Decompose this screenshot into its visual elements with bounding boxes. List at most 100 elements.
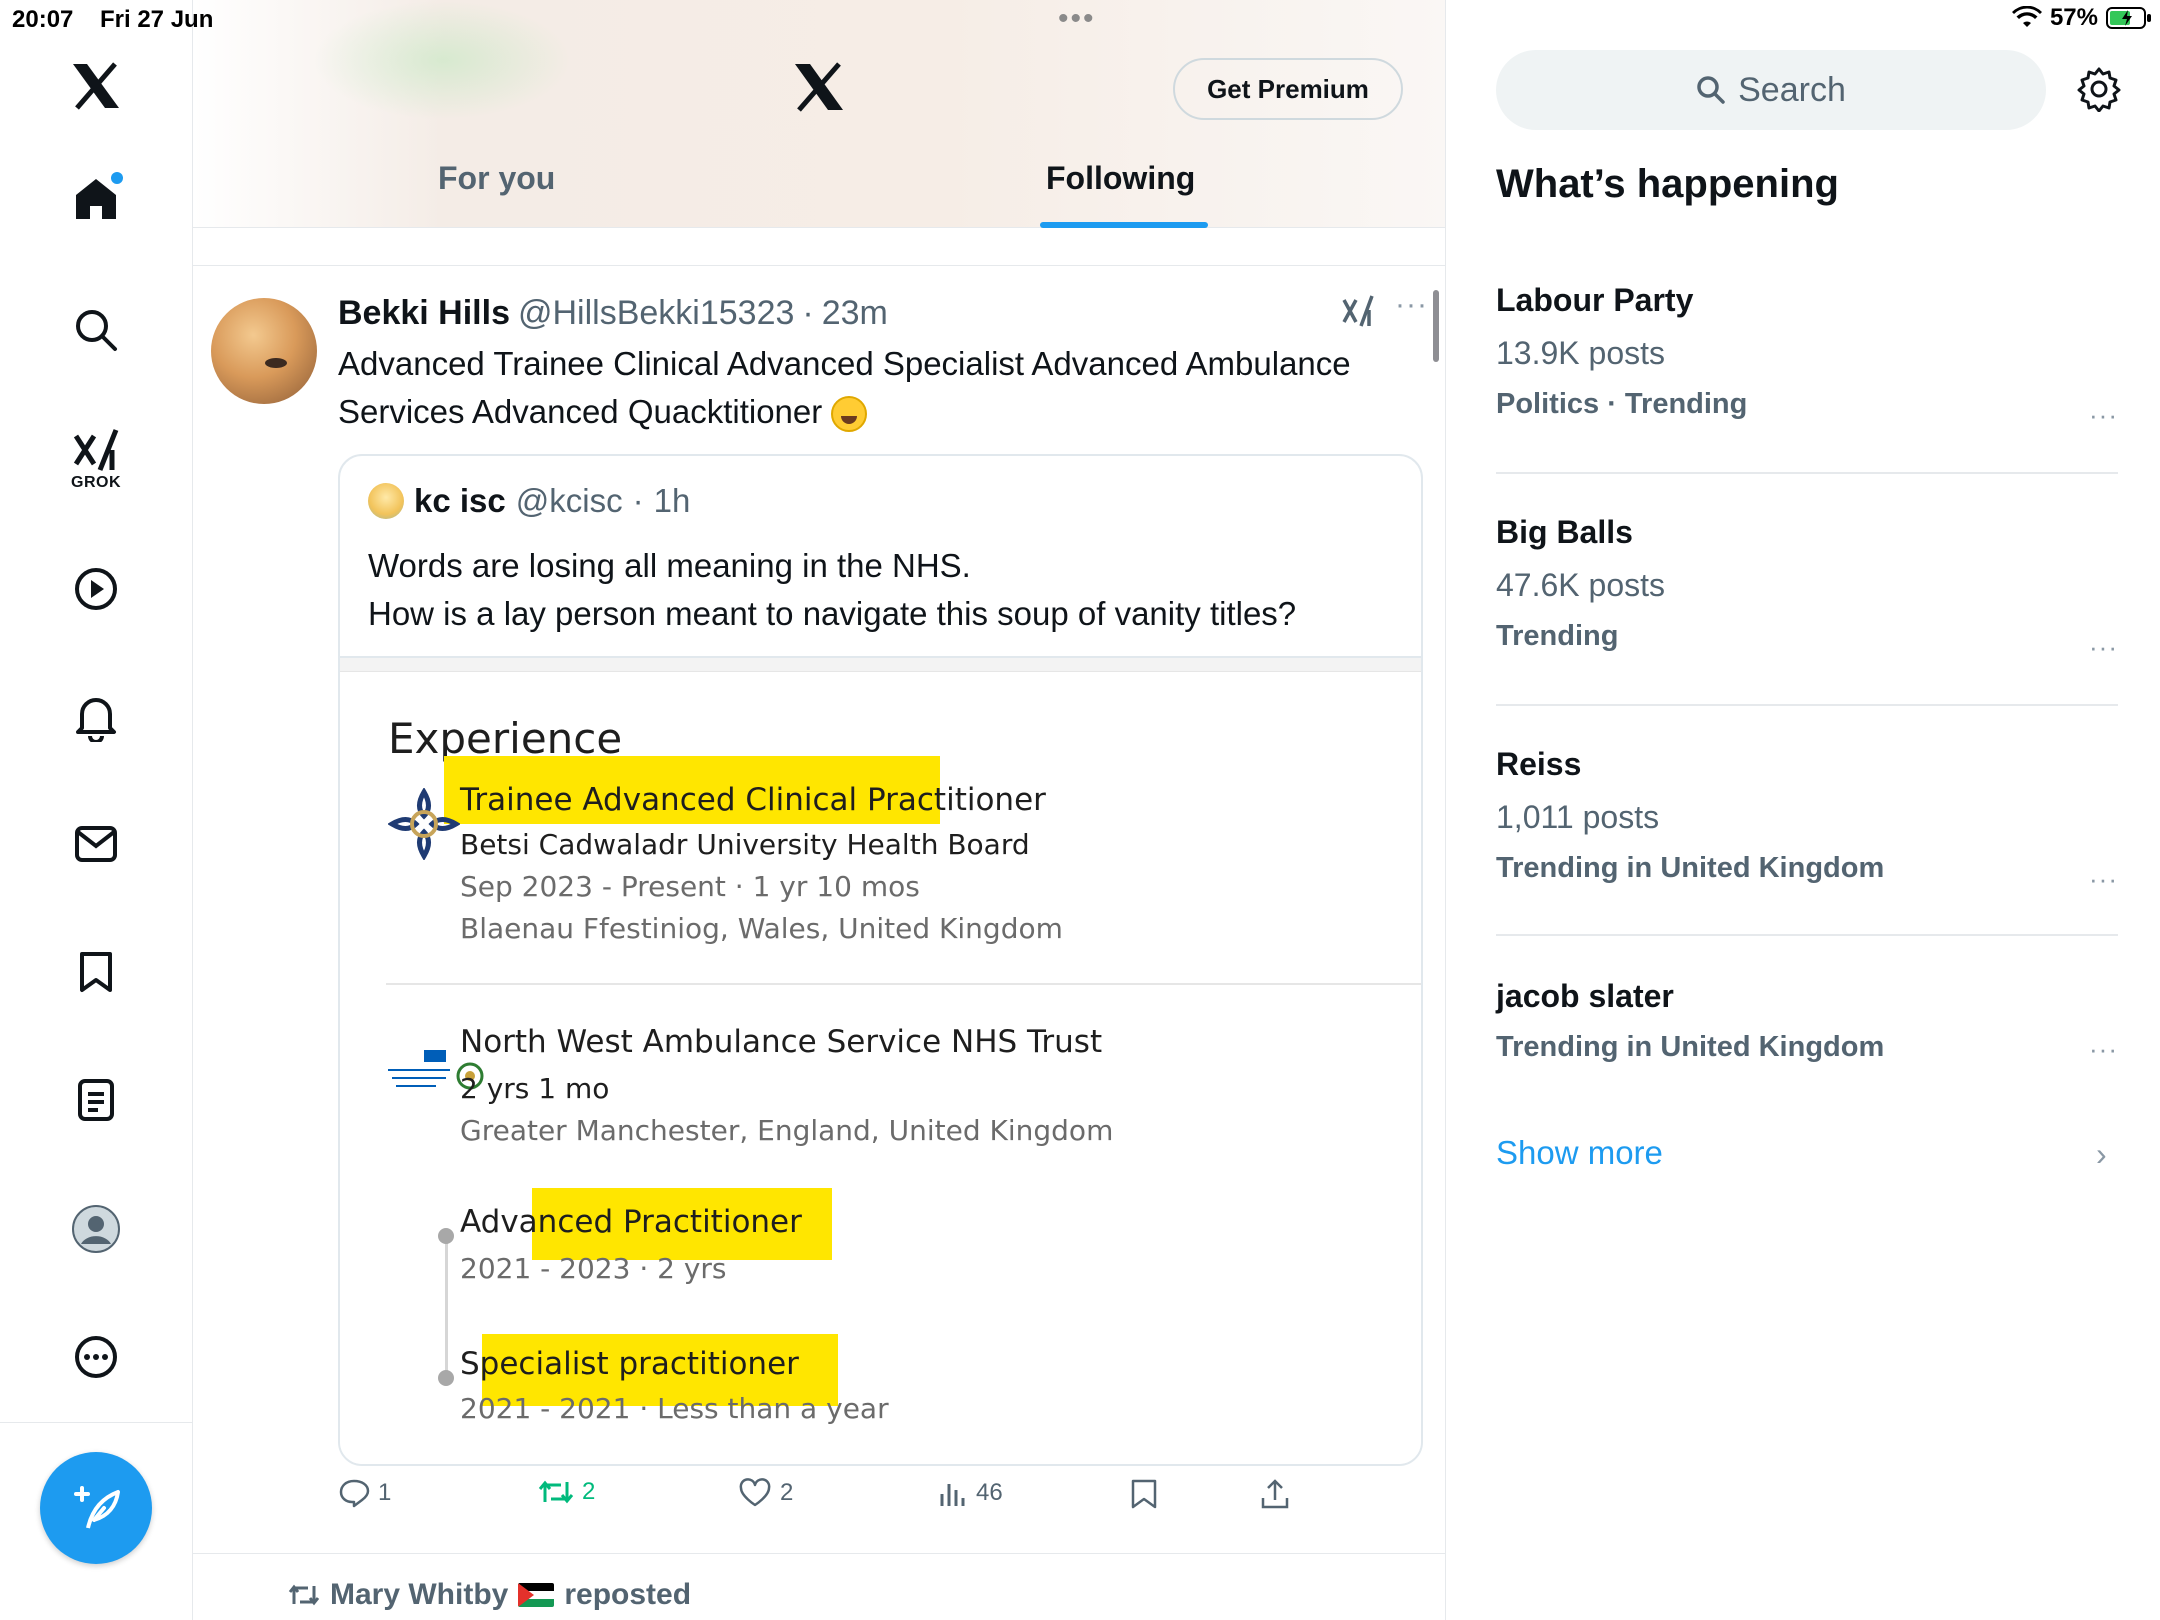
nav-divider <box>0 1422 193 1423</box>
trend-more-icon[interactable]: ··· <box>2089 632 2118 663</box>
home-icon[interactable] <box>73 172 123 222</box>
quoted-tweet[interactable]: kc isc @kcisc · 1h Words are losing all … <box>338 454 1423 1466</box>
tweet-header: Bekki Hills @HillsBekki15323 · 23m <box>338 294 888 333</box>
trend-more-icon[interactable]: ··· <box>2089 400 2118 431</box>
like-button[interactable]: 2 <box>738 1478 793 1508</box>
header-x-logo-icon[interactable] <box>793 62 845 117</box>
grok-label: GROK <box>71 474 121 491</box>
job1-location: Blaenau Ffestiniog, Wales, United Kingdo… <box>460 912 1063 945</box>
quote-author-name: kc isc <box>414 482 506 519</box>
views-count: 46 <box>976 1479 1003 1506</box>
tweet-author-name[interactable]: Bekki Hills <box>338 294 510 333</box>
profile-icon[interactable] <box>71 1204 121 1254</box>
timeline-dot <box>438 1228 454 1244</box>
job2-role1-dates: 2021 - 2023 · 2 yrs <box>460 1252 727 1285</box>
trend-item[interactable]: jacob slater Trending in United Kingdom … <box>1496 978 2118 1064</box>
trend-more-icon[interactable]: ··· <box>2089 1034 2118 1065</box>
more-icon[interactable] <box>73 1334 119 1380</box>
trend-category: Trending in United Kingdom <box>1496 852 1885 884</box>
job1-dates: Sep 2023 - Present · 1 yr 10 mos <box>460 870 920 903</box>
multitasking-dots[interactable]: ••• <box>1058 2 1096 36</box>
quote-author-handle: @kcisc <box>515 482 623 519</box>
trend-divider <box>1496 934 2118 936</box>
quote-image[interactable]: Experience Trainee Advanced Clinical Pra… <box>340 656 1421 1464</box>
search-placeholder: Search <box>1738 70 1846 109</box>
trend-more-icon[interactable]: ··· <box>2089 864 2118 895</box>
reposted-label: reposted <box>564 1578 692 1611</box>
whats-happening-title: What’s happening <box>1496 162 1839 206</box>
trend-posts: 1,011 posts <box>1496 799 1660 835</box>
battery-percent: 57% <box>2049 4 2098 31</box>
scrollbar[interactable] <box>1433 290 1439 362</box>
grok-icon[interactable]: GROK <box>71 428 121 492</box>
like-count: 2 <box>780 1479 794 1506</box>
trend-divider <box>1496 472 2118 474</box>
views-button[interactable]: 46 <box>938 1478 1003 1508</box>
trend-category: Politics · Trending <box>1496 388 1748 420</box>
quote-text-line1: Words are losing all meaning in the NHS. <box>368 547 971 584</box>
bookmark-icon <box>1131 1479 1157 1509</box>
tab-following[interactable]: Following <box>1046 160 1195 197</box>
image-top-strip <box>340 658 1421 672</box>
trend-name: jacob slater <box>1496 978 1674 1014</box>
job2-role2-dates: 2021 - 2021 · Less than a year <box>460 1392 889 1425</box>
trend-name: Big Balls <box>1496 514 1633 550</box>
repost-icon <box>538 1480 574 1504</box>
search-input[interactable]: Search <box>1496 50 2046 130</box>
next-tweet-repost-header[interactable]: Mary Whitby reposted <box>288 1578 691 1612</box>
reply-icon <box>339 1479 370 1508</box>
reposter-name[interactable]: Mary Whitby <box>330 1578 508 1612</box>
experience-divider <box>386 983 1421 985</box>
timeline-dot <box>438 1370 454 1386</box>
get-premium-button[interactable]: Get Premium <box>1173 58 1403 120</box>
tab-for-you[interactable]: For you <box>438 160 555 197</box>
grok-explain-icon[interactable] <box>1341 294 1375 333</box>
quote-text: Words are losing all meaning in the NHS.… <box>368 542 1408 638</box>
x-logo-icon[interactable] <box>71 62 121 110</box>
trend-category: Trending in United Kingdom <box>1496 1031 1885 1063</box>
avatar[interactable] <box>211 298 317 404</box>
tweet-time[interactable]: 23m <box>822 294 888 333</box>
tweet-separator: · <box>802 294 814 332</box>
trend-item[interactable]: Labour Party 13.9K posts Politics · Tren… <box>1496 282 2118 430</box>
show-more-link[interactable]: Show more <box>1496 1134 1663 1172</box>
search-icon <box>1697 76 1725 104</box>
job2-role2-title: Specialist practitioner <box>460 1346 799 1382</box>
search-icon[interactable] <box>74 308 118 352</box>
trend-name: Labour Party <box>1496 282 1694 318</box>
status-bar: 20:07 Fri 27 Jun ••• 57% <box>0 0 2160 40</box>
timeline-line <box>445 1238 448 1378</box>
status-right: 57% <box>2011 4 2152 32</box>
share-button[interactable] <box>1260 1478 1290 1510</box>
quote-text-line2: How is a lay person meant to navigate th… <box>368 595 1297 632</box>
messages-icon[interactable] <box>74 824 118 864</box>
settings-gear-icon[interactable] <box>2076 66 2122 117</box>
quote-header: kc isc @kcisc · 1h <box>368 482 690 520</box>
reply-count: 1 <box>378 1479 392 1506</box>
tweet-author-handle[interactable]: @HillsBekki15323 <box>518 294 794 333</box>
notifications-icon[interactable] <box>74 694 118 742</box>
trend-item[interactable]: Big Balls 47.6K posts Trending ··· <box>1496 514 2118 662</box>
job2-org: North West Ambulance Service NHS Trust <box>460 1024 1103 1060</box>
lists-icon[interactable] <box>77 1078 115 1122</box>
tweet-more-icon[interactable]: ··· <box>1395 288 1428 322</box>
quote-time: 1h <box>653 482 691 519</box>
reply-button[interactable]: 1 <box>338 1478 391 1508</box>
smiley-emoji-icon <box>831 396 868 433</box>
repost-button[interactable]: 2 <box>538 1478 595 1506</box>
health-board-logo-icon <box>388 788 460 860</box>
repost-count: 2 <box>582 1478 596 1505</box>
status-time: 20:07 <box>12 6 74 33</box>
video-icon[interactable] <box>73 566 119 612</box>
job2-location: Greater Manchester, England, United King… <box>460 1114 1114 1147</box>
repost-small-icon <box>288 1584 320 1606</box>
bookmarks-icon[interactable] <box>78 950 114 994</box>
trend-item[interactable]: Reiss 1,011 posts Trending in United Kin… <box>1496 746 2118 894</box>
wifi-icon <box>2011 6 2042 27</box>
job2-duration: 2 yrs 1 mo <box>460 1072 610 1105</box>
trend-divider <box>1496 704 2118 706</box>
tweet[interactable]: Bekki Hills @HillsBekki15323 · 23m ··· A… <box>193 268 1445 1554</box>
compose-icon <box>74 1486 120 1529</box>
compose-button[interactable] <box>40 1452 152 1564</box>
bookmark-button[interactable] <box>1130 1478 1158 1510</box>
